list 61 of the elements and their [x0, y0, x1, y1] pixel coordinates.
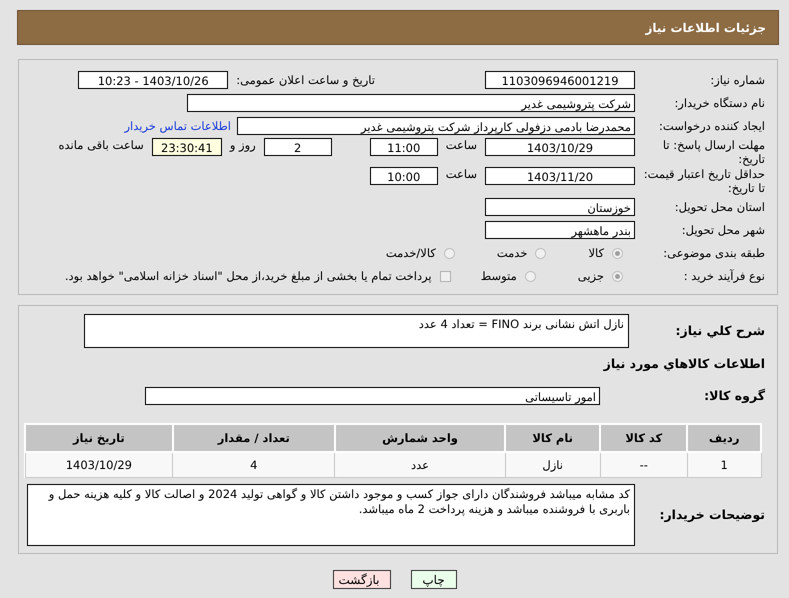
buyer-name-field: شرکت پتروشیمی غدیر — [187, 94, 635, 112]
field-label: شرح کلي نياز: — [674, 324, 766, 338]
field-label: شهر محل تحویل: — [680, 223, 766, 237]
remaining-time-field: 23:30:41 — [152, 138, 222, 156]
city-field: بندر ماهشهر — [485, 221, 635, 239]
notes-text-area[interactable]: کد مشابه میباشد فروشندگان دارای جواز کسب و موجود داشتن کالا و گواهی تولید 2024 و اصالت کالا و کلیه هزینه حمل و باربری با فروشنده میباشد و هزینه پرداخت 2 ماه میباشد. — [27, 484, 635, 546]
buyer-contact-link[interactable]: اطلاعات تماس خریدار — [124, 119, 231, 133]
province-field: خوزستان — [485, 198, 635, 216]
column-header: تاریخ نیاز — [25, 424, 173, 452]
goods-group-field: امور تاسیساتی — [145, 387, 600, 405]
radio-button[interactable] — [535, 248, 546, 258]
radio-button[interactable] — [524, 270, 536, 282]
option-label: خدمت — [496, 246, 528, 260]
column-header: نام کالا — [505, 424, 600, 452]
option-label: پرداخت تمام یا بخشی از مبلغ خرید،از محل "اسناد خزانه اسلامی" خواهد بود. — [64, 269, 432, 283]
field-label: نام دستگاه خریدار: — [673, 96, 766, 110]
field-label: استان محل تحویل: — [674, 200, 766, 214]
radio-button[interactable] — [612, 270, 623, 282]
field-label: نوع فرآیند خرید : — [682, 269, 766, 283]
validity-date-field: 1403/11/20 — [485, 167, 635, 185]
column-header: کد کالا — [600, 424, 688, 452]
field-label: شماره نیاز: — [709, 73, 766, 87]
table-cell: -- — [600, 452, 688, 478]
back-button[interactable]: بازگشت — [332, 570, 390, 589]
column-header: ردیف — [687, 424, 761, 452]
days-label: روز و — [230, 138, 256, 152]
field-label: حداقل تاریخ اعتبار قیمت: تا تاریخ: — [642, 167, 766, 195]
option-label: کالا — [588, 246, 604, 260]
deadline-time-field: 11:00 — [370, 138, 438, 156]
remaining-label: ساعت باقی مانده — [58, 138, 144, 152]
radio-button[interactable] — [612, 248, 623, 258]
page-title: جزئیات اطلاعات نیاز — [645, 20, 766, 34]
print-button[interactable]: چاپ — [410, 570, 456, 589]
table-cell: 1 — [687, 452, 761, 478]
field-label: تاریخ و ساعت اعلان عمومی: — [236, 73, 375, 87]
validity-time-field: 10:00 — [370, 167, 438, 185]
time-label: ساعت — [446, 138, 477, 152]
checkbox[interactable] — [440, 270, 451, 282]
time-label: ساعت — [446, 167, 477, 181]
radio-button[interactable] — [444, 248, 455, 258]
section-title: اطلاعات كالاهاي مورد نياز — [602, 356, 765, 371]
announce-date-field: 1403/10/26 - 10:23 — [78, 71, 228, 89]
field-label: توضیحات خریدار: — [658, 508, 766, 522]
field-label: گروه کالا: — [703, 389, 766, 403]
option-label: جزیی — [578, 269, 604, 283]
requester-field: محمدرضا بادمی دزفولی کارپرداز شرکت پتروشیمی غدیر — [237, 117, 635, 135]
table-cell: عدد — [334, 452, 506, 478]
column-header: تعداد / مقدار — [172, 424, 335, 452]
field-label: ایجاد کننده درخواست: — [658, 119, 766, 133]
table-cell: نازل — [505, 452, 600, 478]
field-label: مهلت ارسال پاسخ: تا تاریخ: — [662, 138, 766, 166]
days-field: 2 — [264, 138, 332, 156]
column-header: واحد شمارش — [334, 424, 506, 452]
table-cell: 4 — [172, 452, 335, 478]
need-number-field: 1103096946001219 — [485, 71, 635, 89]
summary-text-area[interactable]: نازل اتش نشانی برند FINO = تعداد 4 عدد — [84, 314, 629, 348]
option-label: متوسط — [480, 269, 517, 283]
option-label: کالا/خدمت — [386, 246, 436, 260]
deadline-date-field: 1403/10/29 — [485, 138, 635, 156]
table-cell: 1403/10/29 — [25, 452, 173, 478]
field-label: طبقه بندی موضوعی: — [662, 246, 766, 260]
